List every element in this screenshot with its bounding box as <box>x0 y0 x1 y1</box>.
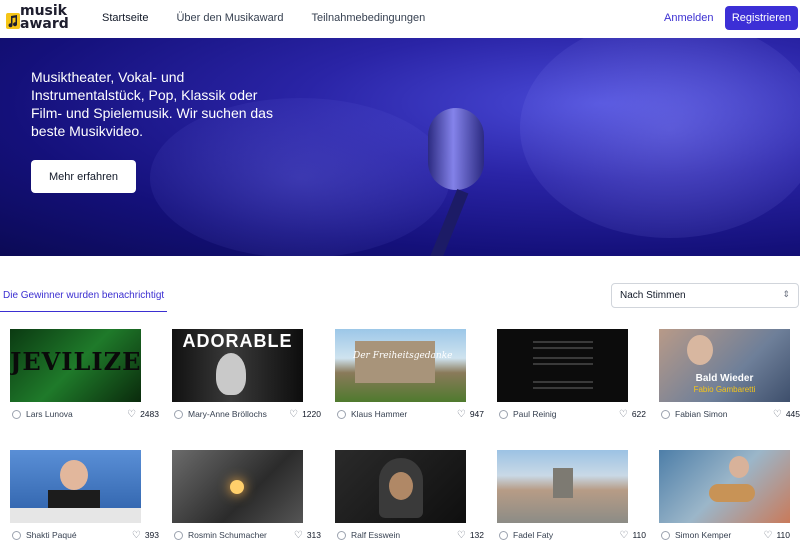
fountain-image <box>553 468 573 498</box>
artist-name: Simon Kemper <box>675 530 732 540</box>
artist-name: Klaus Hammer <box>351 409 408 419</box>
heart-icon[interactable]: ♡ <box>457 409 466 420</box>
sort-select-value: Nach Stimmen <box>620 290 686 301</box>
artist-name: Paul Reinig <box>513 409 557 419</box>
thumbnail-title: Der Freiheitsgedanke <box>353 351 453 361</box>
video-thumbnail[interactable]: Der Freiheitsgedanke <box>335 329 466 402</box>
user-icon <box>12 530 21 540</box>
credit-text-lines <box>533 341 593 343</box>
tab-underline <box>0 311 167 312</box>
vote-count: 393 <box>144 530 159 540</box>
video-thumbnail[interactable] <box>497 450 628 523</box>
music-note-icon <box>6 13 20 29</box>
card-meta: Paul Reinig ♡ 622 <box>497 407 646 421</box>
user-icon <box>661 409 670 419</box>
video-thumbnail[interactable] <box>172 450 303 523</box>
top-navbar: musik award Startseite Über den Musikawa… <box>0 0 800 38</box>
artist-name: Fabian Simon <box>675 409 728 419</box>
sort-select[interactable]: Nach Stimmen ⇕ <box>611 283 799 308</box>
nav-ueber-musikaward[interactable]: Über den Musikaward <box>176 12 283 24</box>
thumbnail-title: JEVILIZE] <box>10 347 141 376</box>
video-thumbnail[interactable] <box>10 450 141 523</box>
video-thumbnail[interactable] <box>335 450 466 523</box>
artist-name: Lars Lunova <box>26 409 73 419</box>
heart-icon[interactable]: ♡ <box>132 530 141 541</box>
vote-count: 445 <box>785 409 800 419</box>
heart-icon[interactable]: ♡ <box>457 530 466 541</box>
vote-count: 2483 <box>140 409 159 419</box>
artist-name: Rosmin Schumacher <box>188 530 267 540</box>
logo-word-2: award <box>20 16 69 32</box>
portrait-figure <box>216 353 246 395</box>
vote-count: 110 <box>776 530 790 540</box>
hero-singer-glow <box>520 38 800 238</box>
heart-icon[interactable]: ♡ <box>763 530 772 541</box>
artist-name: Fadel Faty <box>513 530 554 540</box>
artist-name: Shakti Paqué <box>26 530 77 540</box>
card-meta: Mary-Anne Bröllochs ♡ 1220 <box>172 407 321 421</box>
user-icon <box>661 530 670 540</box>
login-link[interactable]: Anmelden <box>664 12 714 24</box>
register-button[interactable]: Registrieren <box>725 6 798 30</box>
heart-icon[interactable]: ♡ <box>289 409 298 420</box>
person-image <box>729 456 749 478</box>
microphone-image <box>428 108 484 190</box>
user-icon <box>499 409 508 419</box>
heart-icon[interactable]: ♡ <box>619 409 628 420</box>
nav-startseite[interactable]: Startseite <box>102 12 148 24</box>
main-nav: Startseite Über den Musikaward Teilnahme… <box>102 12 453 24</box>
vote-count: 947 <box>469 409 484 419</box>
user-icon <box>337 409 346 419</box>
heart-icon[interactable]: ♡ <box>619 530 628 541</box>
card-meta: Fabian Simon ♡ 445 <box>659 407 800 421</box>
vote-count: 1220 <box>302 409 321 419</box>
video-thumbnail[interactable]: JEVILIZE] <box>10 329 141 402</box>
nav-teilnahmebedingungen[interactable]: Teilnahmebedingungen <box>311 12 425 24</box>
user-icon <box>174 409 183 419</box>
hero-banner: Musiktheater, Vokal- und Instrumentalstü… <box>0 38 800 256</box>
vote-count: 132 <box>469 530 484 540</box>
card-meta: Simon Kemper ♡ 110 <box>659 528 790 542</box>
card-meta: Shakti Paqué ♡ 393 <box>10 528 159 542</box>
thumbnail-subtitle: Fabio Gambaretti <box>693 385 756 394</box>
castle-image <box>355 341 435 383</box>
user-icon <box>499 530 508 540</box>
heart-icon[interactable]: ♡ <box>294 530 303 541</box>
person-image <box>60 460 88 490</box>
thumbnail-title: Bald Wieder <box>695 373 754 384</box>
musikaward-logo[interactable]: musik award <box>4 3 84 33</box>
user-icon <box>174 530 183 540</box>
heart-icon[interactable]: ♡ <box>773 409 782 420</box>
vote-count: 110 <box>632 530 646 540</box>
learn-more-button[interactable]: Mehr erfahren <box>31 160 136 193</box>
card-meta: Klaus Hammer ♡ 947 <box>335 407 484 421</box>
chevron-updown-icon: ⇕ <box>782 289 790 299</box>
thumbnail-title: ADORABLE <box>182 331 293 351</box>
card-meta: Ralf Esswein ♡ 132 <box>335 528 484 542</box>
face-image <box>389 472 413 500</box>
artist-name: Mary-Anne Bröllochs <box>188 409 267 419</box>
winner-notice-tab[interactable]: Die Gewinner wurden benachrichtigt <box>3 290 164 301</box>
heart-icon[interactable]: ♡ <box>127 409 136 420</box>
video-thumbnail[interactable]: ADORABLE <box>172 329 303 402</box>
video-thumbnail[interactable]: Bald Wieder Fabio Gambaretti <box>659 329 790 402</box>
card-meta: Rosmin Schumacher ♡ 313 <box>172 528 321 542</box>
user-icon <box>12 409 21 419</box>
desk-image <box>10 508 141 523</box>
candle-image <box>230 480 244 494</box>
person-image <box>687 335 713 365</box>
video-thumbnail[interactable] <box>659 450 790 523</box>
card-meta: Fadel Faty ♡ 110 <box>497 528 646 542</box>
vote-count: 622 <box>631 409 646 419</box>
artist-name: Ralf Esswein <box>351 530 401 540</box>
card-meta: Lars Lunova ♡ 2483 <box>10 407 159 421</box>
vote-count: 313 <box>306 530 321 540</box>
user-icon <box>337 530 346 540</box>
video-thumbnail[interactable] <box>497 329 628 402</box>
guitar-image <box>709 484 755 502</box>
hero-description: Musiktheater, Vokal- und Instrumentalstü… <box>31 69 273 139</box>
